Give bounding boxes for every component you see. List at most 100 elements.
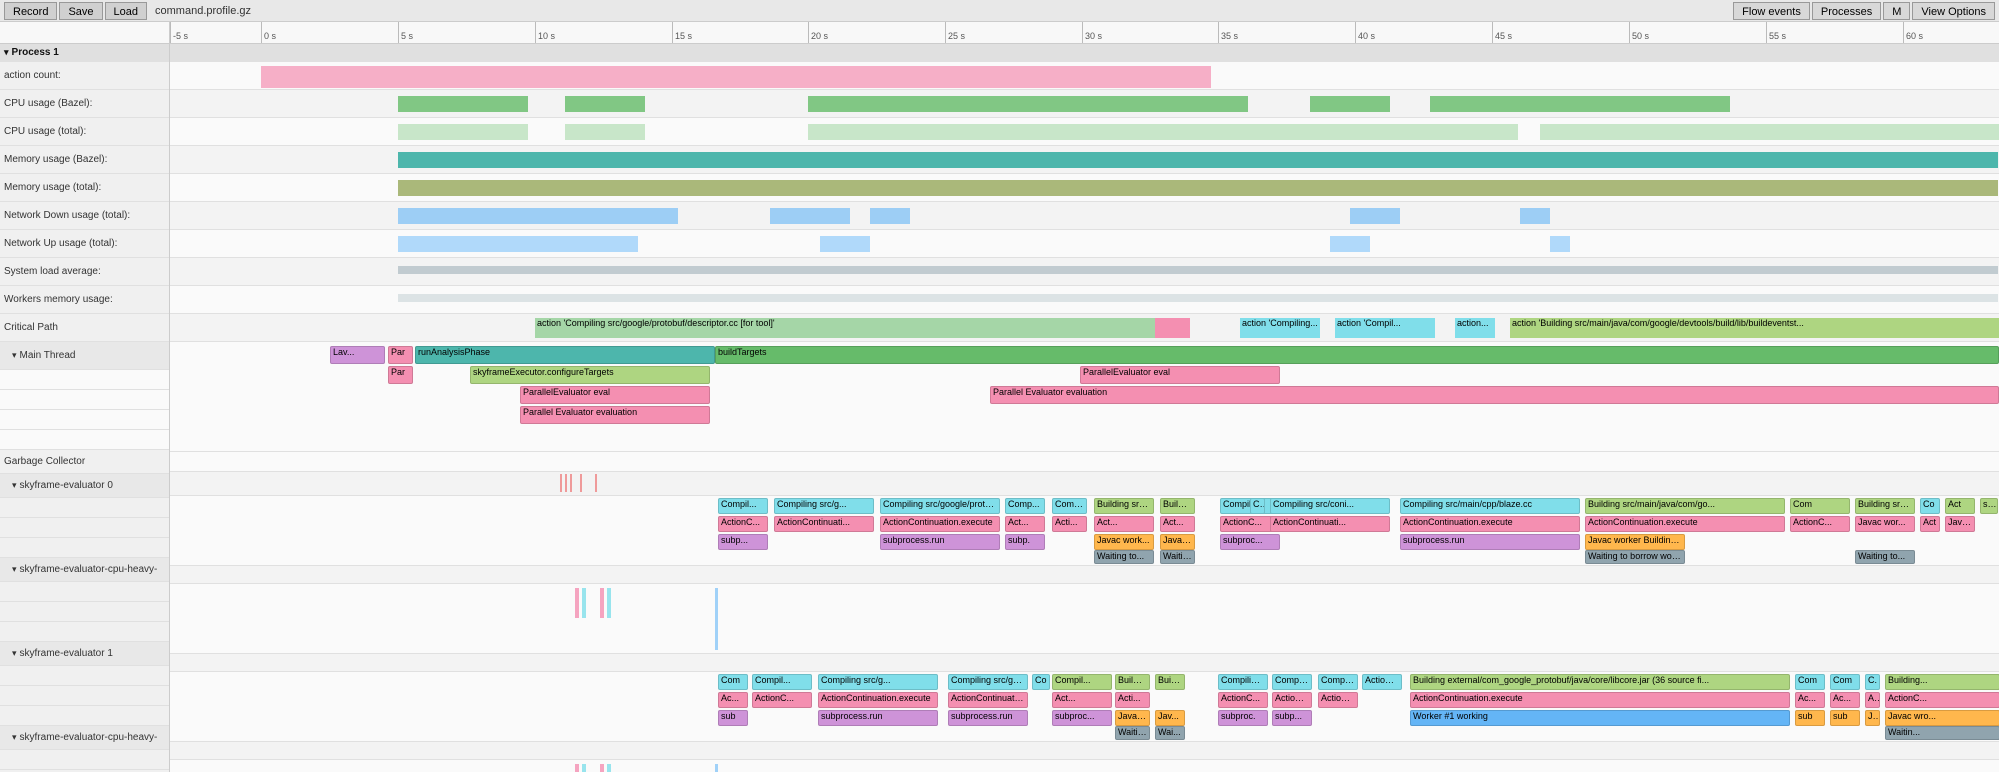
- sfe0-r1-b9[interactable]: Compiling src/coni...: [1270, 498, 1390, 514]
- sfe1-r4-b1[interactable]: Waiting to...: [1115, 726, 1150, 740]
- net-up-bar3[interactable]: [1330, 236, 1370, 252]
- critical-path-bar5[interactable]: action...: [1455, 318, 1495, 338]
- sfe0-r1-b1[interactable]: Compil...: [718, 498, 768, 514]
- mem-total-bar[interactable]: [398, 180, 1998, 196]
- sfe1-r2-b3[interactable]: ActionContinuation.execute: [818, 692, 938, 708]
- sfe1-r3-b4[interactable]: subproc...: [1052, 710, 1112, 726]
- sfe0-r1-co[interactable]: Co: [1250, 498, 1265, 514]
- sfe0-r4-b3[interactable]: Waiting to borrow worker: [1585, 550, 1685, 564]
- sfe1-r2-b13[interactable]: Ac.: [1865, 692, 1880, 708]
- sfe1-r3-b6[interactable]: subp...: [1272, 710, 1312, 726]
- mt-bar-run-analysis[interactable]: runAnalysisPhase: [415, 346, 715, 364]
- sfe0-r2-b3[interactable]: ActionContinuation.execute: [880, 516, 1000, 532]
- mem-bazel-bar[interactable]: [398, 152, 1998, 168]
- sfe0-r4-b2[interactable]: Waitin...: [1160, 550, 1195, 564]
- sfe1-r3-b13[interactable]: Javac wro...: [1885, 710, 1999, 726]
- sysload-bar[interactable]: [398, 266, 1998, 274]
- sfe1-r1-b6[interactable]: Building s...: [1115, 674, 1150, 690]
- sfe0-r2-b12[interactable]: ActionC...: [1790, 516, 1850, 532]
- sfe0-r2-b4[interactable]: Act...: [1005, 516, 1045, 532]
- sfe1-r4-b3[interactable]: Waitin...: [1885, 726, 1999, 740]
- save-button[interactable]: Save: [59, 2, 102, 20]
- sfe0-r1-b13[interactable]: Building src...: [1855, 498, 1915, 514]
- sfe0-r2-b5[interactable]: Acti...: [1052, 516, 1087, 532]
- sfe1-r2-b4[interactable]: ActionContinuation.execute: [948, 692, 1028, 708]
- net-up-bar4[interactable]: [1550, 236, 1570, 252]
- mt-bar-par2[interactable]: Par: [388, 366, 413, 384]
- sfe1-r1-b4[interactable]: Compiling src/google...: [948, 674, 1028, 690]
- sfe1-r1-b9[interactable]: CompIlin...: [1272, 674, 1312, 690]
- sfe0-r2-b11[interactable]: ActionContinuation.execute: [1585, 516, 1785, 532]
- timeline[interactable]: -5 s 0 s 5 s 10 s 15 s 20 s 25 s 30 s 35…: [170, 22, 1999, 772]
- sfe0-r2-b10[interactable]: ActionContinuation.execute: [1400, 516, 1580, 532]
- sfe1-r3-b3[interactable]: subprocess.run: [948, 710, 1028, 726]
- sfe1-r2-b1[interactable]: Ac...: [718, 692, 748, 708]
- record-button[interactable]: Record: [4, 2, 57, 20]
- sfe0-r1-b4[interactable]: Comp...: [1005, 498, 1045, 514]
- net-up-bar1[interactable]: [398, 236, 638, 252]
- sfe1-r2-b2[interactable]: ActionC...: [752, 692, 812, 708]
- cpu-bazel-bar2[interactable]: [565, 96, 645, 112]
- sfe0-r2-b2[interactable]: ActionContinuati...: [774, 516, 874, 532]
- processes-button[interactable]: Processes: [1812, 2, 1881, 20]
- sfe1-r1-b15[interactable]: Building...: [1885, 674, 1999, 690]
- sfe1-r2-b8[interactable]: ActionC...: [1272, 692, 1312, 708]
- sfe0-r1-b11[interactable]: Building src/main/java/com/go...: [1585, 498, 1785, 514]
- sfe0-r3-b3[interactable]: subp.: [1005, 534, 1045, 550]
- sfe1-r3-b1[interactable]: sub: [718, 710, 748, 726]
- mt-bar-build-targets[interactable]: buildTargets: [715, 346, 1999, 364]
- cpu-total-bar2[interactable]: [565, 124, 645, 140]
- sfe0-header[interactable]: ▾ skyframe-evaluator 0: [0, 474, 169, 498]
- mt-bar-pe-eval1[interactable]: ParallelEvaluator eval: [520, 386, 710, 404]
- sfe0-r1-b15[interactable]: Act: [1945, 498, 1975, 514]
- sfe0-r3-b8[interactable]: Javac worker Building s...: [1585, 534, 1685, 550]
- sfe0-r3-b6[interactable]: Javac work...: [1094, 534, 1154, 550]
- main-thread-header[interactable]: ▾ Main Thread: [0, 342, 169, 370]
- sfe1-r3-b11[interactable]: sub: [1830, 710, 1860, 726]
- sfe0-r2-b1[interactable]: ActionC...: [718, 516, 768, 532]
- sfe0-r1-b16[interactable]: sub: [1980, 498, 1998, 514]
- sfe1-r1-b5[interactable]: Compil...: [1052, 674, 1112, 690]
- critical-path-bar1[interactable]: action 'Compiling src/google/protobuf/de…: [535, 318, 1155, 338]
- sfe1-r1-b13[interactable]: Com: [1795, 674, 1825, 690]
- view-options-button[interactable]: View Options: [1912, 2, 1995, 20]
- sfe0-r2-b15[interactable]: Javac wor.: [1945, 516, 1975, 532]
- mt-bar-parallel-eval[interactable]: Parallel Evaluator evaluation: [990, 386, 1999, 404]
- sfe0-r1-b12[interactable]: Com: [1790, 498, 1850, 514]
- cpu-bazel-bar1[interactable]: [398, 96, 528, 112]
- sfe0-r1-b6[interactable]: Building src...: [1094, 498, 1154, 514]
- net-down-bar5[interactable]: [1520, 208, 1550, 224]
- sfe1-r3-b12[interactable]: Jav.: [1865, 710, 1880, 726]
- cpu-bazel-bar4[interactable]: [1310, 96, 1390, 112]
- sfe0-r1-b3[interactable]: Compiling src/google/protobuf/general...: [880, 498, 1000, 514]
- sfe1-r1-b1[interactable]: Com: [718, 674, 748, 690]
- sfe0-r2-b13[interactable]: Javac wor...: [1855, 516, 1915, 532]
- cpu-bazel-bar3[interactable]: [808, 96, 1248, 112]
- sfe0-r1-b7[interactable]: Buildin...: [1160, 498, 1195, 514]
- net-down-bar1[interactable]: [398, 208, 678, 224]
- sfe1-r1-b2[interactable]: Compil...: [752, 674, 812, 690]
- sfe0-r3-b5[interactable]: subprocess.run: [1400, 534, 1580, 550]
- sfe1-r2-b10[interactable]: ActionContinuation.execute: [1410, 692, 1790, 708]
- net-down-bar2[interactable]: [770, 208, 850, 224]
- process1-header[interactable]: ▾ Process 1: [0, 44, 169, 62]
- sfe1-r1-b8[interactable]: Compiling...: [1218, 674, 1268, 690]
- sfecpu0-header[interactable]: ▾ skyframe-evaluator-cpu-heavy-: [0, 558, 169, 582]
- sfe1-r1-c[interactable]: C.: [1865, 674, 1880, 690]
- mt-bar-configure-targets[interactable]: skyframeExecutor.configureTargets: [470, 366, 710, 384]
- sfe1-r2-b14[interactable]: ActionC...: [1885, 692, 1999, 708]
- sfe1-r3-b9[interactable]: Worker #1 working: [1410, 710, 1790, 726]
- sfe0-r2-b14[interactable]: Act: [1920, 516, 1940, 532]
- sfe1-r2-b7[interactable]: ActionC...: [1218, 692, 1268, 708]
- workers-mem-bar[interactable]: [398, 294, 1998, 302]
- sfe1-r3-b2[interactable]: subprocess.run: [818, 710, 938, 726]
- cpu-total-bar1[interactable]: [398, 124, 528, 140]
- load-button[interactable]: Load: [105, 2, 147, 20]
- critical-path-bar4[interactable]: action 'Compil...: [1335, 318, 1435, 338]
- sfe0-r1-b10[interactable]: Compiling src/main/cpp/blaze.cc: [1400, 498, 1580, 514]
- sfe1-r3-b7[interactable]: Javac worker...: [1115, 710, 1150, 726]
- mt-bar-par1[interactable]: Par: [388, 346, 413, 364]
- sfe1-r2-b5[interactable]: Act...: [1052, 692, 1112, 708]
- sfe0-r2-b9[interactable]: ActionContinuati...: [1270, 516, 1390, 532]
- sfe0-r3-b4[interactable]: subproc...: [1220, 534, 1280, 550]
